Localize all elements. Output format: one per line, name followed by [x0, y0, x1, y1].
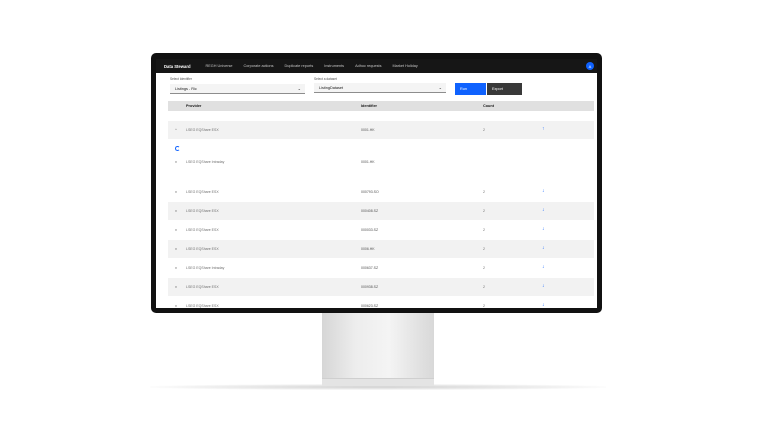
dataset-select-label: Select a dataset [314, 77, 337, 81]
run-button-label: Run [460, 87, 467, 91]
count-cell: 2 [483, 209, 485, 213]
dataset-select[interactable]: ListingDataset ⌄ [314, 83, 446, 93]
count-cell: 2 [483, 190, 485, 194]
table-row[interactable]: v LSEG EQShare ESX 000938.SZ 2 ↓ [168, 278, 594, 296]
chevron-down-icon[interactable]: v [175, 246, 177, 251]
identifier-select-label: Select Identifier [170, 77, 192, 81]
identifier-select-value: Listings - Ric [175, 86, 197, 91]
chevron-down-icon[interactable]: v [175, 284, 177, 289]
table-row[interactable]: v LSEG EQShare ESX 000408.SZ 2 ↓ [168, 202, 594, 220]
arrow-down-icon[interactable]: ↓ [542, 302, 545, 308]
chevron-up-icon[interactable]: ^ [175, 127, 177, 132]
monitor-bezel: Data Steward REGH Universe Corporate act… [151, 53, 602, 313]
provider-cell: LSEG EQShare ESX [186, 128, 219, 132]
identifier-cell: 000637.SZ [361, 266, 379, 270]
count-cell: 2 [483, 228, 485, 232]
provider-cell: LSEG EQShare Intraday [186, 160, 225, 164]
identifier-cell: 0001.HK [361, 128, 375, 132]
arrow-down-icon[interactable]: ↓ [542, 264, 545, 270]
provider-cell: LSEG EQShare ESX [186, 285, 219, 289]
identifier-cell: 0006.HK [361, 247, 375, 251]
provider-cell: LSEG EQShare Intraday [186, 266, 225, 270]
table-header: Provider Identifier Count [168, 101, 594, 111]
provider-cell: LSEG EQShare ESX [186, 190, 219, 194]
table-row[interactable]: ^ LSEG EQShare ESX 0001.HK 2 ↑ [168, 121, 594, 139]
provider-cell: LSEG EQShare ESX [186, 247, 219, 251]
scene: Data Steward REGH Universe Corporate act… [0, 0, 768, 432]
nav-item-corporate-actions[interactable]: Corporate actions [244, 64, 274, 68]
top-navigation: Data Steward REGH Universe Corporate act… [156, 59, 597, 73]
arrow-down-icon[interactable]: ↓ [542, 188, 545, 194]
count-cell: 2 [483, 266, 485, 270]
column-header-provider[interactable]: Provider [186, 104, 201, 108]
provider-cell: LSEG EQShare ESX [186, 304, 219, 308]
table-row[interactable]: v LSEG EQShare Intraday 000637.SZ 2 ↓ [168, 259, 594, 277]
user-avatar[interactable]: A [586, 62, 594, 70]
loading-spinner-icon [175, 146, 180, 151]
identifier-cell: 000793.SO [361, 190, 379, 194]
nav-item-instruments[interactable]: Instruments [324, 64, 344, 68]
export-button[interactable]: Export [487, 83, 522, 95]
monitor-stand-foot [322, 378, 434, 386]
app-brand[interactable]: Data Steward [164, 64, 191, 69]
count-cell: 2 [483, 247, 485, 251]
table-row[interactable]: v LSEG EQShare ESX 000793.SO 2 ↓ [168, 183, 594, 201]
count-cell: 2 [483, 304, 485, 308]
count-cell: 2 [483, 285, 485, 289]
column-header-identifier[interactable]: Identifier [361, 104, 377, 108]
app-screen: Data Steward REGH Universe Corporate act… [156, 59, 597, 308]
run-button[interactable]: Run [455, 83, 486, 95]
identifier-cell: 0001.HK [361, 160, 375, 164]
chevron-down-icon[interactable]: v [175, 189, 177, 194]
chevron-down-icon[interactable]: v [175, 227, 177, 232]
table-row[interactable]: v LSEG EQShare ESX 0006.HK 2 ↓ [168, 240, 594, 258]
arrow-down-icon[interactable]: ↓ [542, 226, 545, 232]
arrow-down-icon[interactable]: ↓ [542, 207, 545, 213]
identifier-select[interactable]: Listings - Ric ⌄ [170, 84, 305, 94]
arrow-down-icon[interactable]: ↓ [542, 283, 545, 289]
column-header-count[interactable]: Count [483, 104, 494, 108]
identifier-cell: 000033.SZ [361, 228, 379, 232]
chevron-down-icon[interactable]: v [175, 208, 177, 213]
identifier-cell: 000408.SZ [361, 209, 379, 213]
identifier-cell: 000623.SZ [361, 304, 379, 308]
provider-cell: LSEG EQShare ESX [186, 228, 219, 232]
arrow-down-icon[interactable]: ↓ [542, 245, 545, 251]
chevron-down-icon[interactable]: v [175, 265, 177, 270]
table-row[interactable]: v LSEG EQShare ESX 000623.SZ 2 ↓ [168, 297, 594, 308]
table-row[interactable]: v LSEG EQShare ESX 000033.SZ 2 ↓ [168, 221, 594, 239]
count-cell: 2 [483, 128, 485, 132]
nav-item-regh-universe[interactable]: REGH Universe [206, 64, 233, 68]
chevron-down-icon[interactable]: v [175, 159, 177, 164]
monitor-stand [322, 312, 434, 380]
nav-item-duplicate-reports[interactable]: Duplicate reports [285, 64, 314, 68]
chevron-down-icon[interactable]: v [175, 303, 177, 308]
chevron-down-icon: ⌄ [297, 86, 301, 91]
arrow-up-icon[interactable]: ↑ [542, 126, 545, 132]
nav-item-adhoc-requests[interactable]: Adhoc requests [355, 64, 381, 68]
dataset-select-value: ListingDataset [319, 85, 344, 90]
export-button-label: Export [492, 87, 503, 91]
identifier-cell: 000938.SZ [361, 285, 379, 289]
provider-cell: LSEG EQShare ESX [186, 209, 219, 213]
nav-item-market-holiday[interactable]: Market Holiday [392, 64, 417, 68]
chevron-down-icon: ⌄ [438, 85, 442, 90]
table-row[interactable]: v LSEG EQShare Intraday 0001.HK [168, 153, 594, 171]
